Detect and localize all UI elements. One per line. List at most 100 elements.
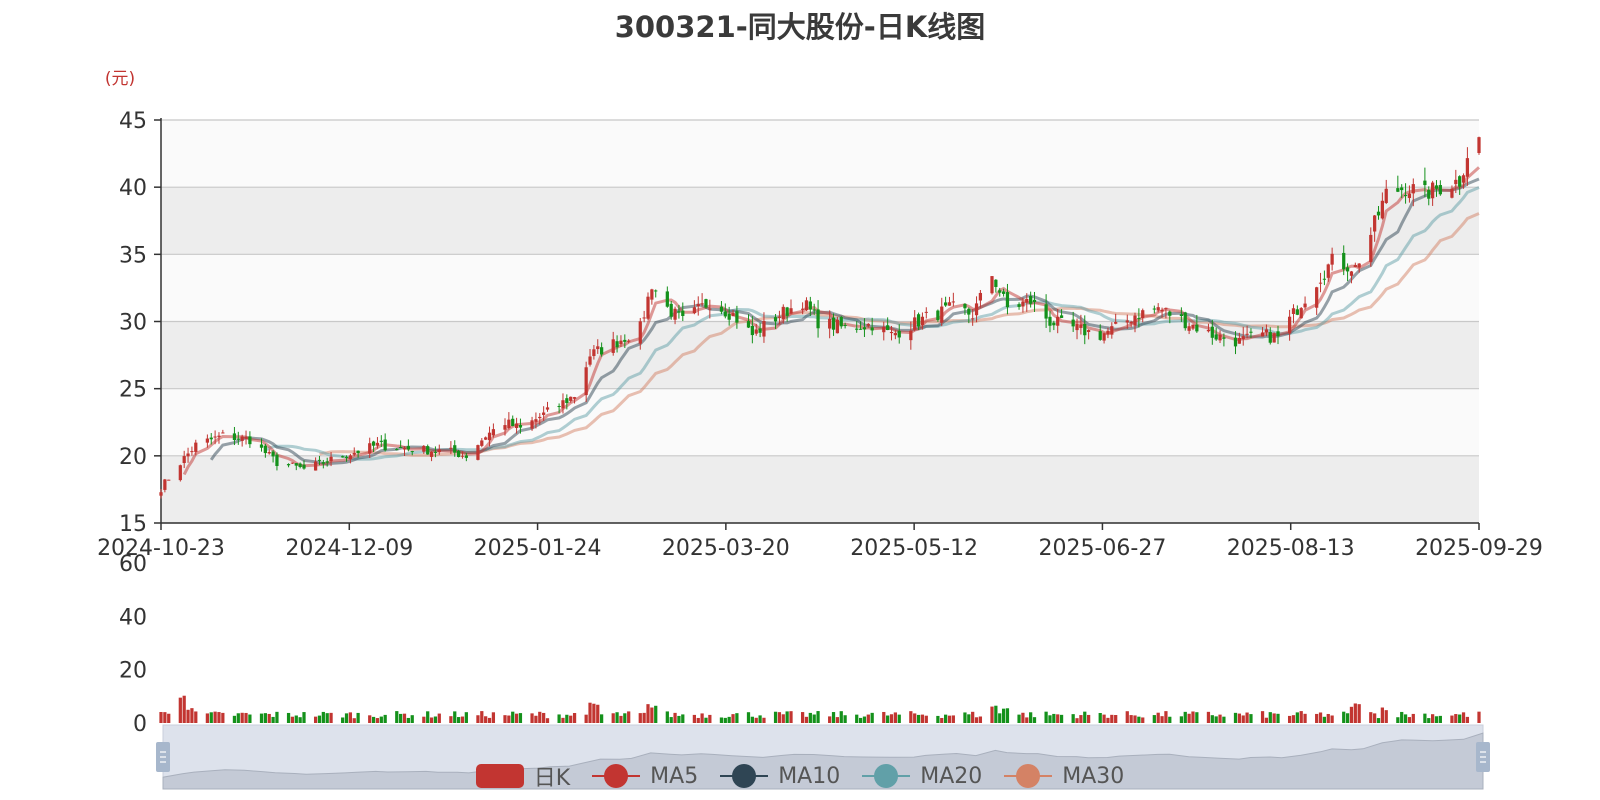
volume-bar [719, 717, 724, 723]
volume-bar [1098, 713, 1102, 723]
legend-item-ma5[interactable]: MA5 [592, 760, 698, 792]
candle-body [1326, 264, 1330, 278]
candle-body [971, 318, 975, 320]
volume-bar [669, 717, 673, 723]
volume-bar [1430, 714, 1435, 723]
volume-bar [588, 702, 592, 723]
legend-item-日k[interactable]: 日K [475, 760, 570, 792]
volume-bar [750, 716, 754, 723]
candle-body [650, 289, 654, 300]
candle-body [831, 317, 836, 330]
volume-bar [665, 711, 669, 723]
y-axis-unit-label: (元) [105, 69, 135, 89]
volume-bar [835, 717, 840, 723]
candle-body [882, 326, 886, 333]
candle-body [1384, 188, 1388, 203]
candle-body [1369, 234, 1373, 262]
candle-body [1210, 326, 1214, 338]
candle-body [1156, 307, 1160, 311]
candle-body [371, 441, 376, 446]
volume-bar [611, 713, 615, 723]
volume-bar [1168, 716, 1172, 723]
candle-body [1233, 337, 1238, 347]
volume-bar [1137, 716, 1141, 723]
candle-body [1160, 309, 1164, 312]
legend-item-ma20[interactable]: MA20 [862, 760, 982, 792]
candle-body [344, 456, 349, 458]
candle-body [1137, 318, 1141, 320]
candle-body [816, 309, 820, 329]
volume-bar [893, 712, 897, 723]
volume-bar [534, 715, 538, 723]
candle-body [1218, 334, 1222, 341]
candle-body [1032, 299, 1037, 303]
candle-body [893, 333, 897, 336]
candle-body [1110, 326, 1114, 335]
candle-body [368, 443, 372, 454]
candle-body [1477, 137, 1481, 154]
volume-bar [294, 715, 298, 723]
legend-item-ma10[interactable]: MA10 [720, 760, 840, 792]
candle-body [835, 319, 840, 334]
volume-bar [619, 715, 623, 723]
volume-bar [692, 714, 697, 723]
candle-body [329, 456, 333, 462]
candle-body [426, 446, 430, 455]
candle-body [627, 340, 631, 342]
candle-body [1152, 308, 1156, 310]
candle-body [248, 436, 252, 445]
candle-body [1287, 316, 1292, 334]
volume-bar [1268, 712, 1272, 723]
volume-bar [735, 713, 739, 723]
candle-body [395, 449, 399, 451]
candle-body [943, 302, 948, 306]
candle-body [1295, 309, 1299, 315]
x-tick-label: 2024-12-09 [285, 536, 413, 561]
candle-body [534, 419, 538, 422]
candle-body [1179, 314, 1184, 317]
candle-body [240, 436, 244, 441]
legend-swatch-icon [592, 764, 641, 788]
candle-body [178, 465, 182, 481]
candle-body [1114, 322, 1118, 324]
candle-body [750, 325, 754, 336]
candle-body [897, 330, 901, 338]
candle-body [1079, 324, 1083, 328]
candle-body [259, 444, 264, 448]
volume-bar [1276, 713, 1280, 723]
candle-body [1249, 331, 1253, 333]
volume-bar [615, 712, 619, 723]
x-tick-label: 2025-01-24 [474, 536, 602, 561]
candle-body [1291, 308, 1296, 314]
volume-bar [263, 713, 267, 723]
candle-body [167, 479, 171, 481]
candle-body [746, 321, 751, 328]
candle-body [1268, 332, 1272, 343]
candle-body [1005, 292, 1010, 308]
candle-body [263, 445, 267, 454]
volume-bar [646, 704, 650, 723]
candle-body [723, 311, 727, 317]
candle-body [646, 296, 650, 319]
candle-body [1353, 264, 1357, 268]
volume-bar [271, 716, 275, 723]
volume-bars [159, 695, 1481, 723]
candle-body [491, 429, 496, 436]
candle-body [600, 347, 604, 355]
volume-bar [754, 717, 758, 723]
volume-bar [302, 712, 306, 723]
volume-bar [182, 695, 186, 723]
volume-bar [758, 715, 762, 723]
legend-item-ma30[interactable]: MA30 [1004, 760, 1124, 792]
candle-body [708, 308, 712, 310]
volume-bar [839, 711, 843, 723]
candle-body [1322, 278, 1327, 280]
volume-bar [1295, 712, 1299, 723]
volume-bar [209, 712, 213, 723]
candle-body [1430, 182, 1435, 199]
candle-body [511, 418, 515, 427]
candle-body [375, 442, 380, 446]
candle-body [163, 479, 167, 490]
volume-bar [998, 713, 1002, 723]
volume-tick-label: 0 [133, 712, 147, 737]
